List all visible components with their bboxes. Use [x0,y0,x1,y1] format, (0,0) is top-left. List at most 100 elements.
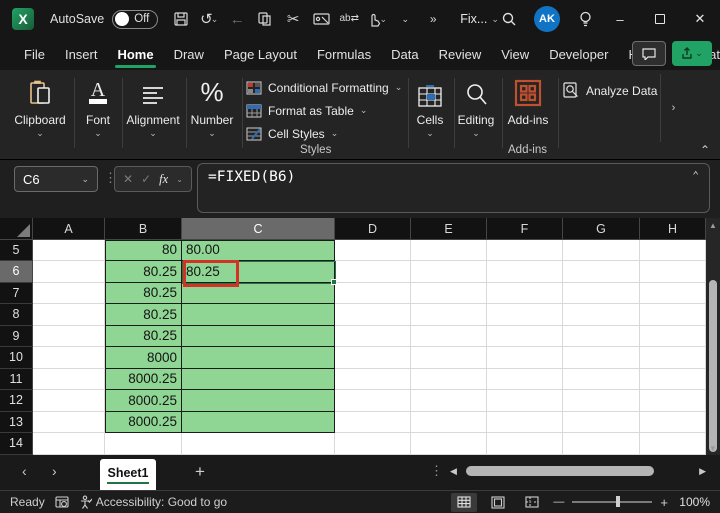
font-group-button[interactable]: A Font ⌄ [76,70,120,160]
column-header-d[interactable]: D [335,218,411,240]
cell-F10[interactable] [487,347,563,369]
lightbulb-icon[interactable] [570,4,600,34]
cell-H7[interactable] [640,282,706,304]
horizontal-scrollbar-thumb[interactable] [466,466,654,476]
cell-C8[interactable] [182,304,335,326]
cell-E11[interactable] [411,368,487,390]
conditional-formatting-button[interactable]: Conditional Formatting ⌄ [246,76,406,99]
email-review-icon[interactable] [308,6,334,32]
cell-B13[interactable]: 8000.25 [105,411,182,433]
cell-C11[interactable] [182,368,335,390]
cell-A9[interactable] [33,325,105,347]
cell-B10[interactable]: 8000 [105,347,182,369]
cell-A13[interactable] [33,411,105,433]
cell-A14[interactable] [33,433,105,455]
close-button[interactable]: ✕ [680,0,720,38]
normal-view-button[interactable] [451,492,478,512]
formula-input[interactable]: =FIXED(B6) ⌃ [197,163,710,213]
cell-F11[interactable] [487,368,563,390]
sheet-tab-sheet1[interactable]: Sheet1 [100,459,156,490]
cell-B8[interactable]: 80.25 [105,304,182,326]
avatar[interactable]: AK [534,6,560,32]
column-header-c[interactable]: C [182,218,335,240]
cell-G8[interactable] [563,304,640,326]
comments-button[interactable] [632,41,666,66]
copy-icon[interactable] [252,6,278,32]
cell-H9[interactable] [640,325,706,347]
cell-B14[interactable] [105,433,182,455]
cell-H5[interactable] [640,239,706,261]
ribbon-tab-file[interactable]: File [14,38,55,70]
column-header-e[interactable]: E [411,218,487,240]
cell-B6[interactable]: 80.25 [105,261,182,283]
touch-mode-chevron-icon[interactable]: ⌄ [379,14,387,25]
cell-A12[interactable] [33,390,105,412]
cut-icon[interactable]: ✂ [280,6,306,32]
cell-B12[interactable]: 8000.25 [105,390,182,412]
number-group-button[interactable]: % Number ⌄ [182,70,242,160]
cell-H14[interactable] [640,433,706,455]
alignment-group-button[interactable]: Alignment ⌄ [118,70,188,160]
cell-C13[interactable] [182,411,335,433]
ribbon-tab-data[interactable]: Data [381,38,428,70]
row-header-5[interactable]: 5 [0,239,33,261]
scroll-right-icon[interactable]: ▶ [692,466,706,477]
row-header-8[interactable]: 8 [0,304,33,326]
add-sheet-button[interactable]: + [188,460,212,484]
share-button[interactable]: ⌄ [672,41,712,66]
cell-F13[interactable] [487,411,563,433]
cell-F14[interactable] [487,433,563,455]
row-header-7[interactable]: 7 [0,282,33,304]
cell-D14[interactable] [335,433,411,455]
fx-chevron-icon[interactable]: ⌄ [176,175,183,184]
cell-C12[interactable] [182,390,335,412]
cell-G5[interactable] [563,239,640,261]
excel-logo-icon[interactable]: X [12,8,34,30]
scroll-down-icon[interactable]: ▼ [709,441,717,455]
scroll-left-icon[interactable]: ◀ [450,466,464,477]
cell-H6[interactable] [640,261,706,283]
ribbon-tab-home[interactable]: Home [107,38,163,70]
cell-G14[interactable] [563,433,640,455]
cell-D9[interactable] [335,325,411,347]
autosave-toggle[interactable]: Off [112,9,159,29]
cell-C5[interactable]: 80.00 [182,239,335,261]
cell-E6[interactable] [411,261,487,283]
page-layout-view-button[interactable] [485,493,511,512]
cell-G11[interactable] [563,368,640,390]
ribbon-tab-developer[interactable]: Developer [539,38,618,70]
cell-C10[interactable] [182,347,335,369]
cell-G10[interactable] [563,347,640,369]
maximize-button[interactable] [640,0,680,38]
cells-group-button[interactable]: Cells ⌄ [410,70,450,160]
ribbon-tab-view[interactable]: View [491,38,539,70]
touch-mouse-mode-icon[interactable]: ⌄ [364,6,390,32]
find-replace-icon[interactable]: ab⇄ [336,6,362,32]
save-icon[interactable] [168,6,194,32]
cell-F7[interactable] [487,282,563,304]
column-header-a[interactable]: A [33,218,105,240]
cell-H8[interactable] [640,304,706,326]
cell-F9[interactable] [487,325,563,347]
cell-B5[interactable]: 80 [105,239,182,261]
cell-A6[interactable] [33,261,105,283]
cell-E12[interactable] [411,390,487,412]
cell-C14[interactable] [182,433,335,455]
row-header-6[interactable]: 6 [0,261,33,283]
ribbon-tab-review[interactable]: Review [429,38,492,70]
cell-E10[interactable] [411,347,487,369]
cell-A8[interactable] [33,304,105,326]
cell-G6[interactable] [563,261,640,283]
column-header-b[interactable]: B [105,218,182,240]
row-header-12[interactable]: 12 [0,390,33,412]
accessibility-status[interactable]: Accessibility: Good to go [79,495,227,509]
undo-chevron-icon[interactable]: ⌄ [211,14,219,25]
row-header-11[interactable]: 11 [0,368,33,390]
cell-D10[interactable] [335,347,411,369]
row-header-10[interactable]: 10 [0,347,33,369]
expand-formula-bar-icon[interactable]: ⌃ [692,169,699,182]
ribbon-more-button[interactable]: › [660,74,686,142]
cell-D13[interactable] [335,411,411,433]
cell-B7[interactable]: 80.25 [105,282,182,304]
ribbon-tab-draw[interactable]: Draw [164,38,214,70]
